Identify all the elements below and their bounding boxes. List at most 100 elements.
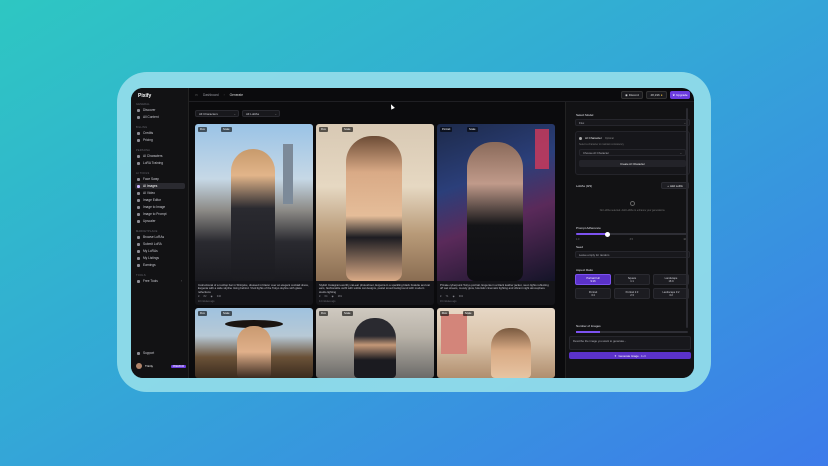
- person-figure: [467, 142, 523, 281]
- eye-icon: ◉: [452, 295, 455, 298]
- user-profile[interactable]: Trinity PREMIUM: [136, 361, 186, 371]
- model-tag-label: Flux: [200, 128, 205, 131]
- face-icon: [137, 177, 140, 181]
- sidebar-item-submit-lora[interactable]: Submit LoRA: [135, 241, 185, 247]
- sidebar-item-support[interactable]: Support: [135, 350, 185, 356]
- discord-button[interactable]: ◉ Discord: [621, 91, 643, 99]
- slider-ticks: 1.0 3.5 10.0: [576, 238, 688, 241]
- sidebar-item-image-to-prompt[interactable]: Image to Prompt: [135, 211, 185, 217]
- gallery-card[interactable]: Flux Scale: [437, 308, 555, 378]
- sidebar-item-label: LoRA Training: [143, 161, 164, 165]
- gallery-card[interactable]: Flux Scale Stylish Instagram-worthy cat-…: [316, 124, 434, 305]
- sidebar-item-image-editor[interactable]: Image Editor: [135, 197, 185, 203]
- create-character-label: Create AI Character: [620, 161, 645, 166]
- ratio-landscape[interactable]: Landscape 16:9: [653, 274, 689, 285]
- ai-character-header: AI Character Optional: [579, 136, 614, 140]
- heart-icon[interactable]: ♥: [198, 295, 200, 298]
- ratio-value: 9:16: [590, 279, 596, 283]
- sidebar-item-face-swap[interactable]: Face Swap: [135, 176, 185, 182]
- sidebar-item-discover[interactable]: Discover: [135, 107, 185, 113]
- aspect-ratio-label: Aspect Ratio: [576, 268, 594, 272]
- ratio-portrait[interactable]: Portrait 3:4: [575, 288, 611, 299]
- sidebar-item-label: Image to Prompt: [143, 212, 167, 216]
- credits-button[interactable]: 48,196 ●: [646, 91, 667, 99]
- sidebar-item-label: My Listings: [143, 256, 159, 260]
- model-select[interactable]: Flux ⌄: [575, 119, 690, 126]
- model-tag-label: Flux: [321, 128, 326, 131]
- ratio-landscape-3-2[interactable]: Landscape 3:2 3:2: [653, 288, 689, 299]
- sidebar-section-marketplace: MARKETPLACE: [136, 230, 158, 233]
- generated-image[interactable]: [437, 124, 555, 281]
- sidebar-item-label: Earnings: [143, 263, 156, 267]
- scrollbar[interactable]: [686, 108, 688, 328]
- sidebar-toggle-icon[interactable]: ▭: [195, 93, 198, 97]
- model-tag: Flux: [319, 127, 328, 132]
- choose-character-select[interactable]: Choose AI Character ⌄: [579, 149, 686, 156]
- sidebar-section-tools: TOOLS: [136, 274, 146, 277]
- model-tag-label: Flux: [442, 312, 447, 315]
- add-lora-button[interactable]: + Add LoRA: [661, 182, 689, 189]
- sidebar-item-upscaler[interactable]: Upscaler: [135, 218, 185, 224]
- seed-placeholder: Leave empty for random: [579, 252, 610, 257]
- person-figure: [346, 136, 402, 281]
- sidebar-item-label: All Content: [143, 115, 159, 119]
- gallery-card[interactable]: Flux Scale Instructional of a rooftop ba…: [195, 124, 313, 305]
- gallery-card[interactable]: Flux Scale: [195, 308, 313, 378]
- generated-image[interactable]: [195, 308, 313, 378]
- generated-image[interactable]: [195, 124, 313, 281]
- sidebar-item-credits[interactable]: Credits: [135, 130, 185, 136]
- person-figure: [237, 326, 271, 378]
- upgrade-label: Upgrade: [676, 93, 688, 97]
- eye-icon: ◉: [331, 295, 334, 298]
- model-tag: Flux: [198, 127, 207, 132]
- character-filter[interactable]: All Characters ⌄: [195, 110, 239, 117]
- optional-tag: Optional: [604, 136, 614, 140]
- sidebar-item-ai-images[interactable]: AI Images: [135, 183, 185, 189]
- heart-icon[interactable]: ♥: [440, 295, 442, 298]
- sidebar-item-my-listings[interactable]: My Listings: [135, 255, 185, 261]
- sidebar-item-ai-video[interactable]: AI Video: [135, 190, 185, 196]
- sidebar-item-lora-training[interactable]: LoRA Training: [135, 160, 185, 166]
- generated-image[interactable]: [316, 124, 434, 281]
- prompt-input[interactable]: Describe the image you want to generate.…: [569, 336, 691, 350]
- generate-button[interactable]: ✦ Generate Image · 1 cr: [569, 352, 691, 359]
- scale-badge: Scale: [467, 127, 478, 132]
- sidebar-item-all-content[interactable]: All Content: [135, 114, 185, 120]
- expand-icon: [137, 219, 140, 223]
- tag-icon: [137, 138, 140, 142]
- create-character-button[interactable]: Create AI Character: [579, 160, 686, 167]
- heart-icon[interactable]: ♥: [319, 295, 321, 298]
- sidebar-item-image-to-image[interactable]: Image to Image: [135, 204, 185, 210]
- prompt-adherence-slider[interactable]: [576, 231, 688, 237]
- num-images-slider[interactable]: [576, 331, 688, 333]
- sidebar-section-ai-tools: AI TOOLS: [136, 172, 150, 175]
- generated-image[interactable]: [437, 308, 555, 378]
- plan-badge: PREMIUM: [170, 364, 186, 368]
- sidebar-item-earnings[interactable]: Earnings: [135, 262, 185, 268]
- slider-fill: [576, 233, 608, 235]
- model-tag-label: Flux: [200, 312, 205, 315]
- ratio-value: 16:9: [668, 279, 674, 283]
- lora-filter[interactable]: All LoRAs ⌄: [242, 110, 280, 117]
- app-logo: Pixify: [138, 93, 152, 99]
- ratio-portrait-2-3[interactable]: Portrait 2:3 2:3: [614, 288, 650, 299]
- ratio-square[interactable]: Square 1:1: [614, 274, 650, 285]
- gallery-card[interactable]: Flux Scale: [316, 308, 434, 378]
- slider-thumb[interactable]: [604, 231, 610, 237]
- sidebar-item-free-tools[interactable]: Free Tools ›: [135, 278, 185, 284]
- sidebar-item-ai-characters[interactable]: AI Characters: [135, 153, 185, 159]
- images-icon: [137, 205, 140, 209]
- sidebar-item-pricing[interactable]: Pricing: [135, 137, 185, 143]
- generated-image[interactable]: [316, 308, 434, 378]
- sidebar-item-label: Face Swap: [143, 177, 159, 181]
- sidebar-item-my-loras[interactable]: My LoRAs: [135, 248, 185, 254]
- breadcrumb-dashboard[interactable]: Dashboard: [203, 93, 219, 97]
- ratio-portrait-full[interactable]: Portrait Full 9:16: [575, 274, 611, 285]
- sidebar-item-browse-loras[interactable]: Browse LoRAs: [135, 234, 185, 240]
- skyscraper: [283, 144, 293, 204]
- prompt-adherence-label: Prompt Adherence: [576, 226, 601, 230]
- upgrade-button[interactable]: ♛ Upgrade: [670, 91, 690, 99]
- gallery-card[interactable]: Portrait Scale Private cyberpunk Tokyo p…: [437, 124, 555, 305]
- seed-input[interactable]: Leave empty for random: [575, 251, 690, 258]
- crown-icon: ♛: [672, 93, 676, 97]
